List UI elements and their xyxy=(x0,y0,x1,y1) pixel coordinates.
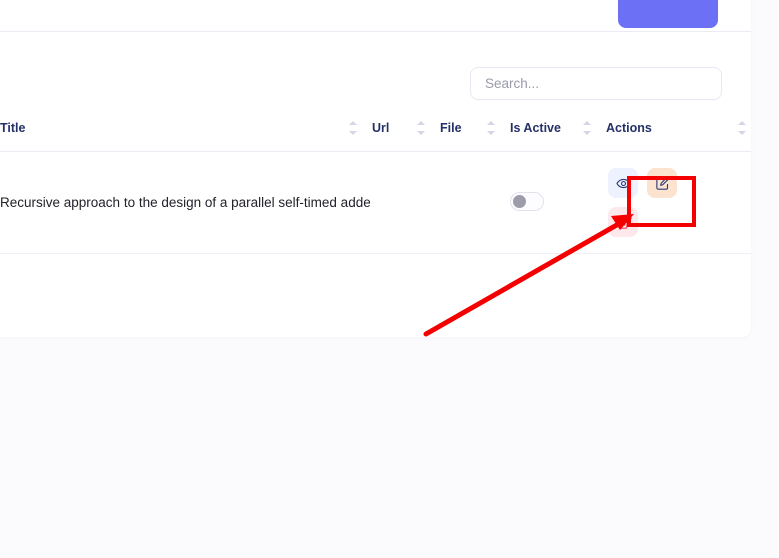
toggle-knob xyxy=(513,194,526,208)
sort-chevron-icon[interactable] xyxy=(417,121,426,135)
table-toolbar xyxy=(0,33,751,105)
column-header-actions[interactable]: Actions xyxy=(606,105,751,152)
data-table: Title Url File Is Active Actions Recursi… xyxy=(0,105,751,254)
edit-square-pencil-icon xyxy=(655,176,669,190)
add-new-button[interactable] xyxy=(618,0,718,28)
column-header-is-active-label: Is Active xyxy=(510,121,561,135)
eye-icon xyxy=(615,178,631,188)
cell-actions xyxy=(606,151,751,254)
row-action-buttons xyxy=(606,168,690,237)
sort-chevron-icon[interactable] xyxy=(487,121,496,135)
column-header-actions-label: Actions xyxy=(606,121,652,135)
trash-icon xyxy=(617,215,629,229)
card-header xyxy=(0,0,751,32)
view-button[interactable] xyxy=(608,168,638,198)
cell-url xyxy=(372,151,440,254)
cell-file xyxy=(440,151,510,254)
edit-button[interactable] xyxy=(647,168,677,198)
column-header-is-active[interactable]: Is Active xyxy=(510,105,606,152)
column-header-title-label: Title xyxy=(0,121,26,135)
sort-chevron-icon[interactable] xyxy=(349,121,358,135)
column-header-url-label: Url xyxy=(372,121,390,135)
column-header-url[interactable]: Url xyxy=(372,105,440,152)
delete-button[interactable] xyxy=(608,207,638,237)
sort-chevron-icon[interactable] xyxy=(583,121,592,135)
cell-is-active xyxy=(510,151,606,254)
search-input[interactable] xyxy=(470,67,722,100)
column-header-file-label: File xyxy=(440,121,462,135)
content-card: Title Url File xyxy=(0,0,751,337)
table-row: Recursive approach to the design of a pa… xyxy=(0,151,751,254)
column-header-title[interactable]: Title xyxy=(0,105,372,152)
table-header-row: Title Url File Is Active Actions xyxy=(0,105,751,152)
column-header-file[interactable]: File xyxy=(440,105,510,152)
cell-title: Recursive approach to the design of a pa… xyxy=(0,151,372,254)
is-active-toggle[interactable] xyxy=(510,191,544,211)
sort-chevron-icon[interactable] xyxy=(738,121,747,135)
